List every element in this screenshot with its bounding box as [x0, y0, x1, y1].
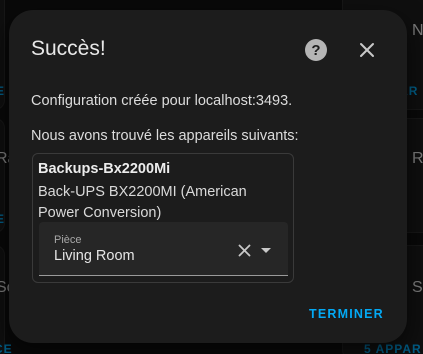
area-value: Living Room	[54, 248, 135, 264]
device-name: Backups-Bx2200Mi	[38, 161, 171, 177]
area-select[interactable]: Pièce Living Room	[39, 222, 288, 276]
dialog-title: Succès!	[31, 37, 106, 60]
dropdown-arrow-icon[interactable]	[261, 248, 271, 253]
area-label: Pièce	[54, 234, 82, 246]
close-icon[interactable]	[358, 41, 376, 59]
device-model: Back-UPS BX2200MI (American Power Conver…	[38, 184, 247, 221]
clear-icon[interactable]	[238, 244, 251, 257]
success-dialog: Succès! ? Configuration créée pour local…	[9, 10, 407, 343]
help-icon[interactable]: ?	[305, 39, 327, 61]
finish-button[interactable]: TERMINER	[309, 307, 384, 321]
device-card: Backups-Bx2200Mi Back-UPS BX2200MI (Amer…	[32, 153, 294, 283]
configuration-message: Configuration créée pour localhost:3493.	[31, 93, 293, 109]
devices-found-message: Nous avons trouvé les appareils suivants…	[31, 128, 299, 144]
